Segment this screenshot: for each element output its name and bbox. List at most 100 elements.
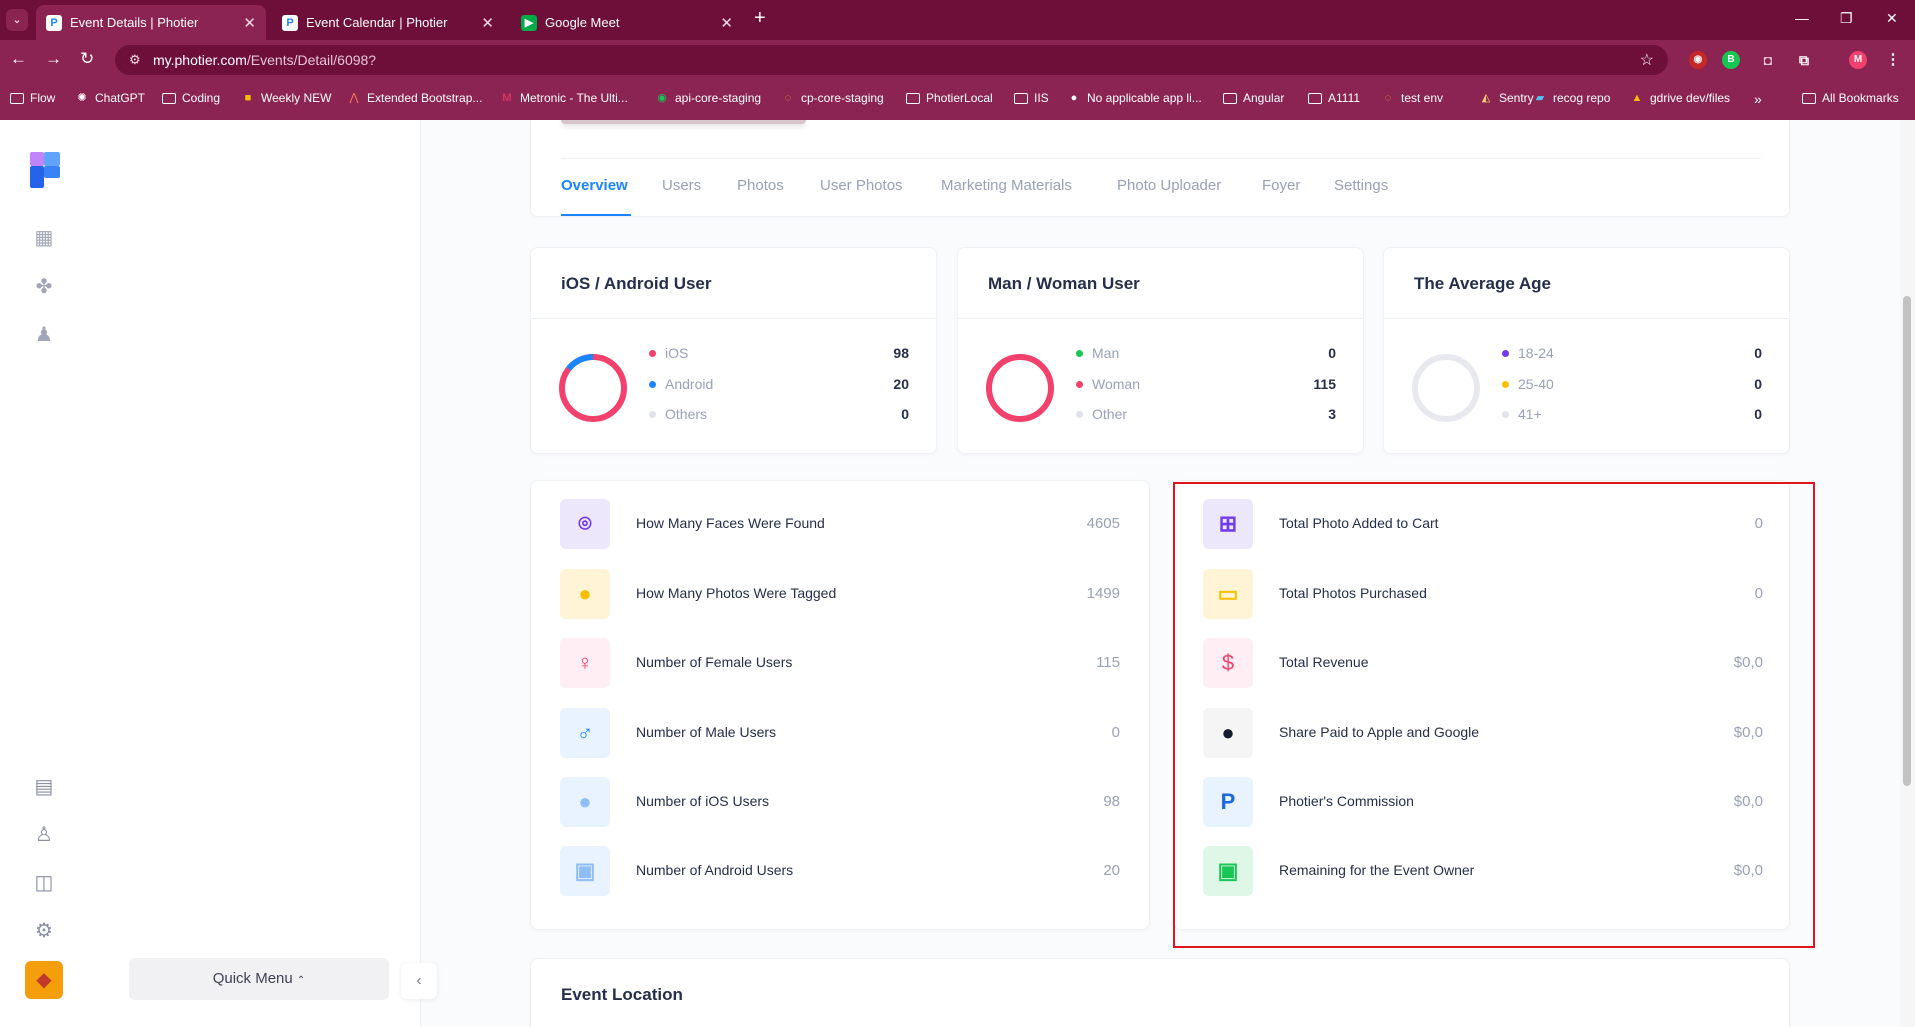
bookmark-label: api-core-staging [675,91,762,105]
calendar-camera-icon[interactable]: ◫ [31,870,57,896]
bookmark-photierlocal[interactable]: PhotierLocal [906,91,993,105]
camera-extension-icon[interactable]: ◘ [1759,51,1777,69]
metric-row: ▣ Number of Android Users 20 [560,846,1120,896]
tab-search-dropdown[interactable]: ⌄ [6,9,28,31]
quick-menu-label: Quick Menu [212,970,293,987]
bookmark-angular[interactable]: Angular [1223,91,1284,105]
divider [1384,318,1789,319]
close-icon[interactable]: ✕ [720,14,733,32]
dashboard-grid-icon[interactable]: ▦ [31,225,57,251]
bookmark-chatgpt[interactable]: ✺ ChatGPT [75,91,145,105]
globe-icon: ◌ [1384,92,1392,104]
event-avatar[interactable]: ◆ [25,961,63,999]
tab-title: Google Meet [545,15,620,30]
sidebar-collapse-button[interactable]: ‹ [401,963,437,999]
bookmark-coding[interactable]: Coding [162,91,220,105]
extensions-puzzle-icon[interactable]: ⧉ [1795,51,1813,69]
extension-b-icon[interactable]: B [1722,51,1740,69]
url-input[interactable]: ⚙ my.photier.com/Events/Detail/6098? ☆ [115,45,1668,75]
bootstrap-icon: ⋀ [349,92,359,104]
tab-settings[interactable]: Settings [1334,177,1388,194]
legend-item: 25-40 0 [1502,375,1762,395]
site-info-icon[interactable]: ⚙ [129,52,141,68]
bookmarks-bar: Flow ✺ ChatGPT Coding ■ Weekly NEW ⋀ Extend… [0,80,1915,120]
bookmark-a1111[interactable]: A1111 [1308,91,1360,105]
tab-photos[interactable]: Photos [737,177,784,194]
extension-icon[interactable]: ◉ [1689,51,1707,69]
metric-value: 0 [1111,724,1120,741]
legend-label: Other [1092,406,1128,422]
bookmark-weekly-new[interactable]: ■ Weekly NEW [241,91,332,105]
bookmark-label: cp-core-staging [801,91,884,105]
bookmark-metronic[interactable]: M Metronic - The Ulti... [500,91,628,105]
legend-label: iOS [665,345,689,361]
scrollbar-thumb[interactable] [1903,296,1911,786]
close-icon[interactable]: ✕ [481,14,494,32]
back-icon[interactable]: ← [10,49,27,69]
all-bookmarks[interactable]: All Bookmarks [1802,91,1899,105]
bookmark-label: test env [1401,91,1444,105]
bookmark-label: A1111 [1328,91,1361,105]
legend-label: Woman [1092,376,1140,392]
bookmark-sentry[interactable]: ◭ Sentry [1479,91,1534,105]
close-icon[interactable]: ✕ [243,14,256,32]
divider [531,318,936,319]
age-stat-card: The Average Age 18-24 0 25-40 0 41+ 0 [1383,247,1790,454]
tab-user-photos[interactable]: User Photos [820,177,903,194]
new-tab-icon[interactable]: + [754,7,766,30]
folder-icon [162,92,176,104]
profile-avatar[interactable]: M [1849,51,1867,69]
tab-users[interactable]: Users [662,177,701,194]
restore-icon[interactable]: ❐ [1840,10,1853,27]
chevron-left-icon: ‹ [416,972,422,989]
calendar-icon[interactable]: ▤ [31,774,57,800]
legend-value: 98 [893,345,909,361]
tab-title: Event Details | Photier [70,15,199,30]
globe-icon: ◌ [784,92,792,104]
rocket-icon[interactable]: ✤ [31,274,57,300]
browser-tab-event-calendar[interactable]: P Event Calendar | Photier ✕ [272,5,504,40]
chess-piece-icon[interactable]: ♟ [31,322,57,348]
tab-photo-uploader[interactable]: Photo Uploader [1117,177,1221,194]
annotation-highlight-box [1173,482,1815,948]
photier-logo-icon[interactable] [30,152,60,188]
bookmark-flow[interactable]: Flow [10,91,55,105]
legend-item: 18-24 0 [1502,344,1762,364]
bookmark-api-core-staging[interactable]: ◉ api-core-staging [655,91,761,105]
window-close-icon[interactable]: ✕ [1886,10,1898,27]
quick-menu-button[interactable]: Quick Menu ⌃ [129,958,389,1000]
platform-stat-card: iOS / Android User iOS 98 Android 20 Other… [530,247,937,454]
bookmark-cp-core-staging[interactable]: ◌ cp-core-staging [781,91,884,105]
legend-item: Man 0 [1076,344,1336,364]
tab-overview[interactable]: Overview [561,177,628,194]
browser-tab-event-details[interactable]: P Event Details | Photier ✕ [36,5,266,40]
user-icon[interactable]: ♙ [31,822,57,848]
more-menu-icon[interactable]: ⋮ [1884,51,1902,69]
settings-gear-icon[interactable]: ⚙ [31,918,57,944]
bookmark-gdrive[interactable]: ▲ gdrive dev/files [1630,91,1731,105]
tab-foyer[interactable]: Foyer [1262,177,1300,194]
photier-favicon-icon: P [46,14,62,31]
reload-icon[interactable]: ↻ [80,49,94,69]
browser-tab-google-meet[interactable]: ▶ Google Meet ✕ [511,5,743,40]
minimize-icon[interactable]: — [1795,10,1809,26]
bookmark-github[interactable]: ● No applicable app li... [1067,91,1202,105]
bookmark-star-icon[interactable]: ☆ [1640,50,1654,70]
bookmark-extended-bootstrap[interactable]: ⋀ Extended Bootstrap... [347,91,482,105]
bookmark-test-env[interactable]: ◌ test env [1381,91,1443,105]
chevron-up-icon: ⌃ [296,975,306,986]
metric-label: Number of iOS Users [636,793,770,809]
bookmark-label: Metronic - The Ulti... [520,91,628,105]
apple-icon: ● [560,777,610,827]
metric-value: 115 [1096,654,1120,671]
card-title: iOS / Android User [561,274,712,293]
bookmark-iis[interactable]: IIS [1014,91,1049,105]
metric-value: 20 [1103,862,1120,879]
metric-label: Number of Male Users [636,724,777,740]
forward-icon[interactable]: → [45,49,62,69]
user-metrics-card: ⌾ How Many Faces Were Found 4605 ● How M… [530,480,1150,930]
bookmark-recog-repo[interactable]: ▰ recog repo [1533,91,1611,105]
more-bookmarks-icon[interactable]: » [1754,91,1762,107]
metric-row: ● Number of iOS Users 98 [560,777,1120,827]
tab-marketing-materials[interactable]: Marketing Materials [941,177,1072,194]
